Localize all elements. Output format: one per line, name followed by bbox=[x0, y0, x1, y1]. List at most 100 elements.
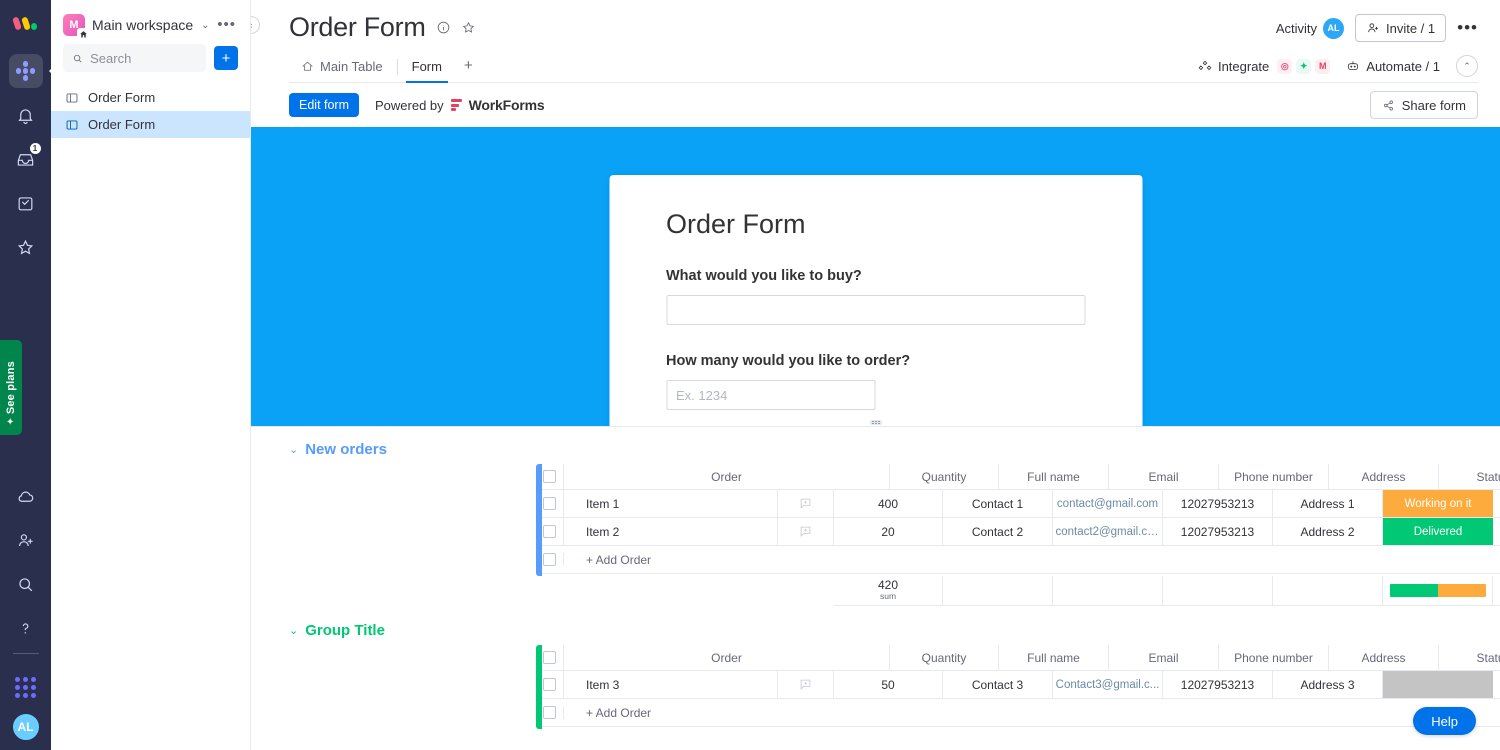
see-plans-button[interactable]: See plans ✦ bbox=[0, 340, 22, 435]
invite-member-icon[interactable] bbox=[9, 523, 43, 557]
column-header-full-name[interactable]: Full name bbox=[999, 645, 1109, 670]
favorites-star-icon[interactable] bbox=[9, 230, 43, 264]
order-cell[interactable]: Item 1 bbox=[564, 490, 834, 517]
column-header-address[interactable]: Address bbox=[1329, 645, 1439, 670]
address-cell[interactable]: Address 3 bbox=[1273, 671, 1383, 698]
help-button[interactable]: Help bbox=[1413, 707, 1476, 735]
column-header-phone-number[interactable]: Phone number bbox=[1219, 464, 1329, 489]
group-collapse-icon[interactable]: ⌄ bbox=[289, 443, 298, 456]
inbox-icon[interactable]: 1 bbox=[9, 142, 43, 176]
column-header-email[interactable]: Email bbox=[1109, 464, 1219, 489]
select-all-cell[interactable] bbox=[536, 645, 564, 670]
full-name-cell[interactable]: Contact 2 bbox=[943, 518, 1053, 545]
tab-main-table[interactable]: Main Table bbox=[289, 53, 395, 82]
group-collapse-icon[interactable]: ⌄ bbox=[289, 624, 298, 637]
sidebar-item-workspace[interactable] bbox=[9, 54, 43, 88]
notifications-bell-icon[interactable] bbox=[9, 98, 43, 132]
column-header-quantity[interactable]: Quantity bbox=[890, 645, 999, 670]
order-cell[interactable]: Item 2 bbox=[564, 518, 834, 545]
column-header-email[interactable]: Email bbox=[1109, 645, 1219, 670]
search-box[interactable] bbox=[63, 44, 206, 72]
activity-button[interactable]: Activity AL bbox=[1276, 18, 1344, 39]
form-answer-input-2[interactable] bbox=[666, 380, 875, 410]
monday-logo-icon[interactable] bbox=[9, 10, 43, 36]
chevron-down-icon[interactable]: ⌄ bbox=[201, 20, 209, 31]
select-all-cell[interactable] bbox=[536, 464, 564, 489]
search-input[interactable] bbox=[90, 51, 197, 66]
status-badge[interactable]: Working on it bbox=[1383, 490, 1493, 517]
invite-button[interactable]: Invite / 1 bbox=[1355, 14, 1446, 42]
column-header-quantity[interactable]: Quantity bbox=[890, 464, 999, 489]
quantity-cell[interactable]: 20 bbox=[834, 518, 943, 545]
sidebar-item-order-form-2[interactable]: Order Form bbox=[51, 111, 250, 138]
column-header-status[interactable]: Status bbox=[1439, 464, 1500, 489]
select-all-checkbox[interactable] bbox=[543, 651, 556, 664]
status-cell[interactable]: Delivered bbox=[1383, 518, 1493, 545]
email-cell[interactable]: contact@gmail.com bbox=[1053, 490, 1163, 517]
tab-form[interactable]: Form bbox=[400, 53, 454, 82]
group-title[interactable]: Group Title bbox=[305, 622, 385, 639]
sidebar-item-order-form-1[interactable]: Order Form bbox=[51, 84, 250, 111]
column-header-status[interactable]: Status bbox=[1439, 645, 1500, 670]
full-name-cell[interactable]: Contact 3 bbox=[943, 671, 1053, 698]
add-order-row[interactable]: + Add Order bbox=[536, 699, 1500, 727]
apps-grid-icon[interactable] bbox=[9, 670, 43, 704]
status-cell[interactable] bbox=[1383, 671, 1493, 698]
order-cell[interactable]: Item 3 bbox=[564, 671, 834, 698]
share-form-button[interactable]: Share form bbox=[1370, 91, 1478, 119]
workspace-header[interactable]: M Main workspace ⌄ ••• bbox=[51, 0, 250, 44]
column-header-phone-number[interactable]: Phone number bbox=[1219, 645, 1329, 670]
column-header-address[interactable]: Address bbox=[1329, 464, 1439, 489]
integration-app-icon-gmail[interactable]: M bbox=[1315, 59, 1330, 74]
table-row[interactable]: Item 2 20 Contact 2 contact2@gmail.co...… bbox=[536, 518, 1500, 546]
conversation-icon[interactable] bbox=[777, 490, 833, 517]
status-badge[interactable]: Delivered bbox=[1383, 518, 1493, 545]
form-answer-input-1[interactable] bbox=[666, 295, 1085, 325]
integration-app-icon-2[interactable]: ✦ bbox=[1296, 59, 1311, 74]
quantity-cell[interactable]: 50 bbox=[834, 671, 943, 698]
table-row[interactable]: Item 1 400 Contact 1 contact@gmail.com 1… bbox=[536, 490, 1500, 518]
row-select-cell[interactable] bbox=[536, 518, 564, 545]
integrate-button[interactable]: Integrate ◎ ✦ M bbox=[1198, 59, 1330, 74]
search-icon[interactable] bbox=[9, 567, 43, 601]
email-cell[interactable]: contact2@gmail.co... bbox=[1053, 518, 1163, 545]
quantity-cell[interactable]: 400 bbox=[834, 490, 943, 517]
address-cell[interactable]: Address 1 bbox=[1273, 490, 1383, 517]
add-order-row[interactable]: + Add Order bbox=[536, 546, 1500, 574]
row-checkbox[interactable] bbox=[543, 497, 556, 510]
panel-resize-handle[interactable] bbox=[870, 420, 882, 425]
select-all-checkbox[interactable] bbox=[543, 470, 556, 483]
phone-cell[interactable]: 12027953213 bbox=[1163, 518, 1273, 545]
phone-cell[interactable]: 12027953213 bbox=[1163, 490, 1273, 517]
column-header-order[interactable]: Order bbox=[564, 464, 890, 489]
integration-app-icons[interactable]: ◎ ✦ M bbox=[1277, 59, 1330, 74]
board-more-menu-icon[interactable]: ••• bbox=[1457, 23, 1478, 33]
automate-button[interactable]: Automate / 1 bbox=[1346, 59, 1440, 74]
status-cell[interactable]: Working on it bbox=[1383, 490, 1493, 517]
add-order-label[interactable]: + Add Order bbox=[564, 706, 651, 720]
status-badge[interactable] bbox=[1383, 671, 1493, 698]
my-work-icon[interactable] bbox=[9, 186, 43, 220]
integration-app-icon-1[interactable]: ◎ bbox=[1277, 59, 1292, 74]
row-select-cell[interactable] bbox=[536, 671, 564, 698]
row-checkbox[interactable] bbox=[543, 706, 556, 719]
address-cell[interactable]: Address 2 bbox=[1273, 518, 1383, 545]
conversation-icon[interactable] bbox=[777, 671, 833, 698]
row-checkbox[interactable] bbox=[543, 553, 556, 566]
add-board-button[interactable]: + bbox=[214, 46, 238, 70]
add-order-label[interactable]: + Add Order bbox=[564, 553, 651, 567]
phone-cell[interactable]: 12027953213 bbox=[1163, 671, 1273, 698]
avatar[interactable]: AL bbox=[11, 712, 41, 742]
email-cell[interactable]: Contact3@gmail.c... bbox=[1053, 671, 1163, 698]
column-header-full-name[interactable]: Full name bbox=[999, 464, 1109, 489]
column-header-order[interactable]: Order bbox=[564, 645, 890, 670]
row-checkbox[interactable] bbox=[543, 525, 556, 538]
summary-status[interactable] bbox=[1383, 576, 1493, 606]
edit-form-button[interactable]: Edit form bbox=[289, 93, 359, 117]
row-checkbox[interactable] bbox=[543, 678, 556, 691]
group-title[interactable]: New orders bbox=[305, 441, 387, 458]
table-row[interactable]: Item 3 50 Contact 3 Contact3@gmail.c... … bbox=[536, 671, 1500, 699]
cloud-icon[interactable] bbox=[9, 479, 43, 513]
add-view-button[interactable]: + bbox=[454, 51, 483, 82]
conversation-icon[interactable] bbox=[777, 518, 833, 545]
